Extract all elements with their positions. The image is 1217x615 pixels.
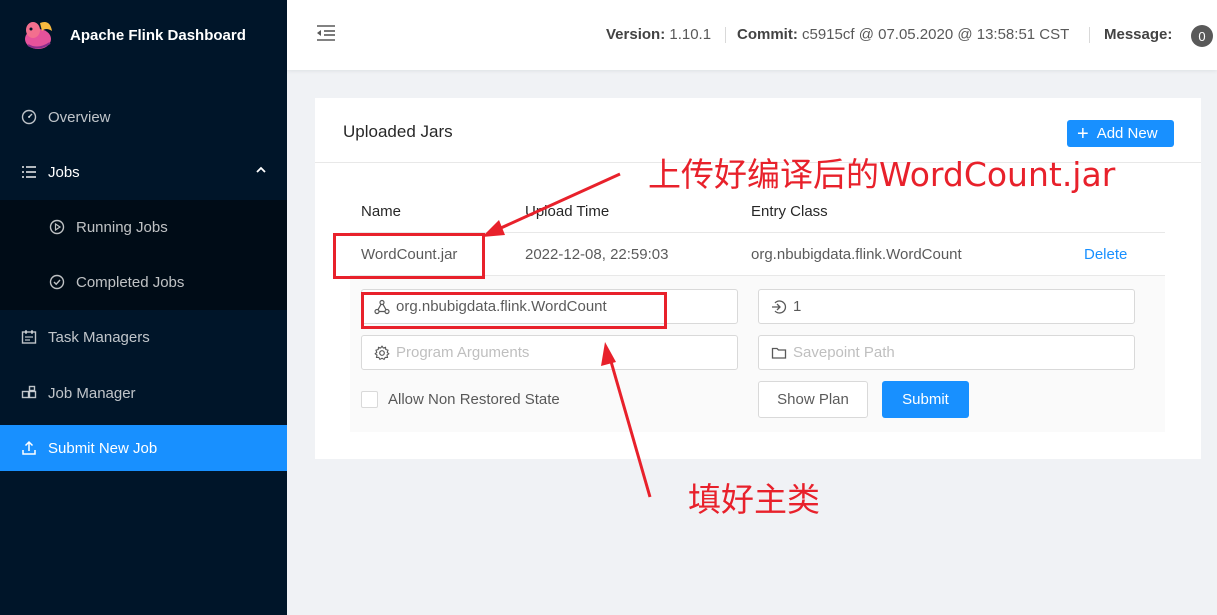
version-value: 1.10.1 — [669, 26, 712, 43]
column-header-upload-time: Upload Time — [525, 203, 610, 220]
sidebar-item-jobs[interactable]: Jobs — [0, 149, 287, 195]
sidebar: Apache Flink Dashboard Overview Jobs Run… — [0, 0, 287, 615]
chevron-up-icon[interactable] — [255, 164, 267, 176]
logo[interactable]: Apache Flink Dashboard — [0, 0, 287, 70]
jar-annotation-text: 上传好编译后的WordCount.jar — [648, 155, 1116, 194]
sidebar-item-running-jobs[interactable]: Running Jobs — [0, 204, 287, 250]
message-info[interactable]: Message: — [1104, 26, 1172, 43]
commit-label: Commit: — [737, 26, 798, 43]
column-header-name: Name — [361, 203, 402, 220]
entry-class-highlight-box — [361, 292, 667, 329]
jar-highlight-box — [333, 233, 485, 279]
savepoint-path-placeholder: Savepoint Path — [793, 344, 895, 361]
play-circle-icon — [48, 218, 66, 236]
flink-squirrel-icon — [25, 22, 52, 49]
setting-icon — [374, 344, 390, 361]
upload-icon — [20, 439, 38, 457]
check-circle-icon — [48, 273, 66, 291]
app-title: Apache Flink Dashboard — [70, 26, 246, 44]
commit-info: Commit: c5915cf @ 07.05.2020 @ 13:58:51 … — [737, 26, 1069, 43]
column-header-entry-class: Entry Class — [751, 203, 828, 220]
submit-button[interactable]: Submit — [882, 381, 969, 418]
sidebar-item-submit-new-job[interactable]: Submit New Job — [0, 425, 287, 471]
commit-value: c5915cf @ 07.05.2020 @ 13:58:51 CST — [802, 26, 1070, 43]
build-icon — [20, 384, 38, 402]
sidebar-item-job-manager[interactable]: Job Manager — [0, 370, 287, 416]
card-title: Uploaded Jars — [343, 122, 453, 141]
add-new-button[interactable]: + Add New — [1067, 120, 1174, 147]
top-header: Version: 1.10.1 Commit: c5915cf @ 07.05.… — [287, 0, 1217, 70]
delete-link[interactable]: Delete — [1084, 246, 1127, 263]
sidebar-item-label: Completed Jobs — [76, 273, 185, 291]
dashboard-icon — [20, 108, 38, 126]
program-arguments-placeholder: Program Arguments — [396, 344, 530, 361]
divider — [725, 27, 726, 43]
sidebar-item-label: Running Jobs — [76, 218, 168, 236]
allow-non-restored-label[interactable]: Allow Non Restored State — [388, 391, 560, 408]
sidebar-item-label: Task Managers — [48, 328, 150, 346]
version-label: Version: — [606, 26, 666, 43]
menu-fold-icon[interactable] — [316, 24, 336, 42]
list-icon — [20, 163, 38, 181]
message-label: Message: — [1104, 26, 1173, 43]
sidebar-item-label: Submit New Job — [48, 439, 158, 457]
divider — [1089, 27, 1090, 43]
entry-class-cell: org.nbubigdata.flink.WordCount — [751, 246, 962, 263]
parallelism-value: 1 — [793, 298, 802, 315]
sidebar-item-overview[interactable]: Overview — [0, 94, 287, 140]
savepoint-path-input[interactable]: Savepoint Path — [758, 335, 1135, 370]
sidebar-item-label: Job Manager — [48, 384, 136, 402]
sidebar-item-task-managers[interactable]: Task Managers — [0, 314, 287, 360]
sidebar-item-label: Jobs — [48, 163, 80, 181]
program-arguments-input[interactable]: Program Arguments — [361, 335, 738, 370]
show-plan-button[interactable]: Show Plan — [758, 381, 868, 418]
folder-icon — [771, 345, 787, 361]
plus-icon: + — [1077, 122, 1089, 145]
message-count-badge[interactable]: 0 — [1191, 25, 1213, 47]
allow-non-restored-checkbox[interactable] — [361, 391, 378, 408]
sidebar-item-label: Overview — [48, 108, 111, 126]
add-new-label: Add New — [1096, 125, 1158, 142]
parallelism-input[interactable]: 1 — [758, 289, 1135, 324]
login-icon — [771, 299, 787, 315]
schedule-icon — [20, 328, 38, 346]
version-info: Version: 1.10.1 — [606, 26, 711, 43]
class-annotation-text: 填好主类 — [688, 480, 820, 519]
upload-time-cell: 2022-12-08, 22:59:03 — [525, 246, 669, 263]
sidebar-item-completed-jobs[interactable]: Completed Jobs — [0, 259, 287, 305]
